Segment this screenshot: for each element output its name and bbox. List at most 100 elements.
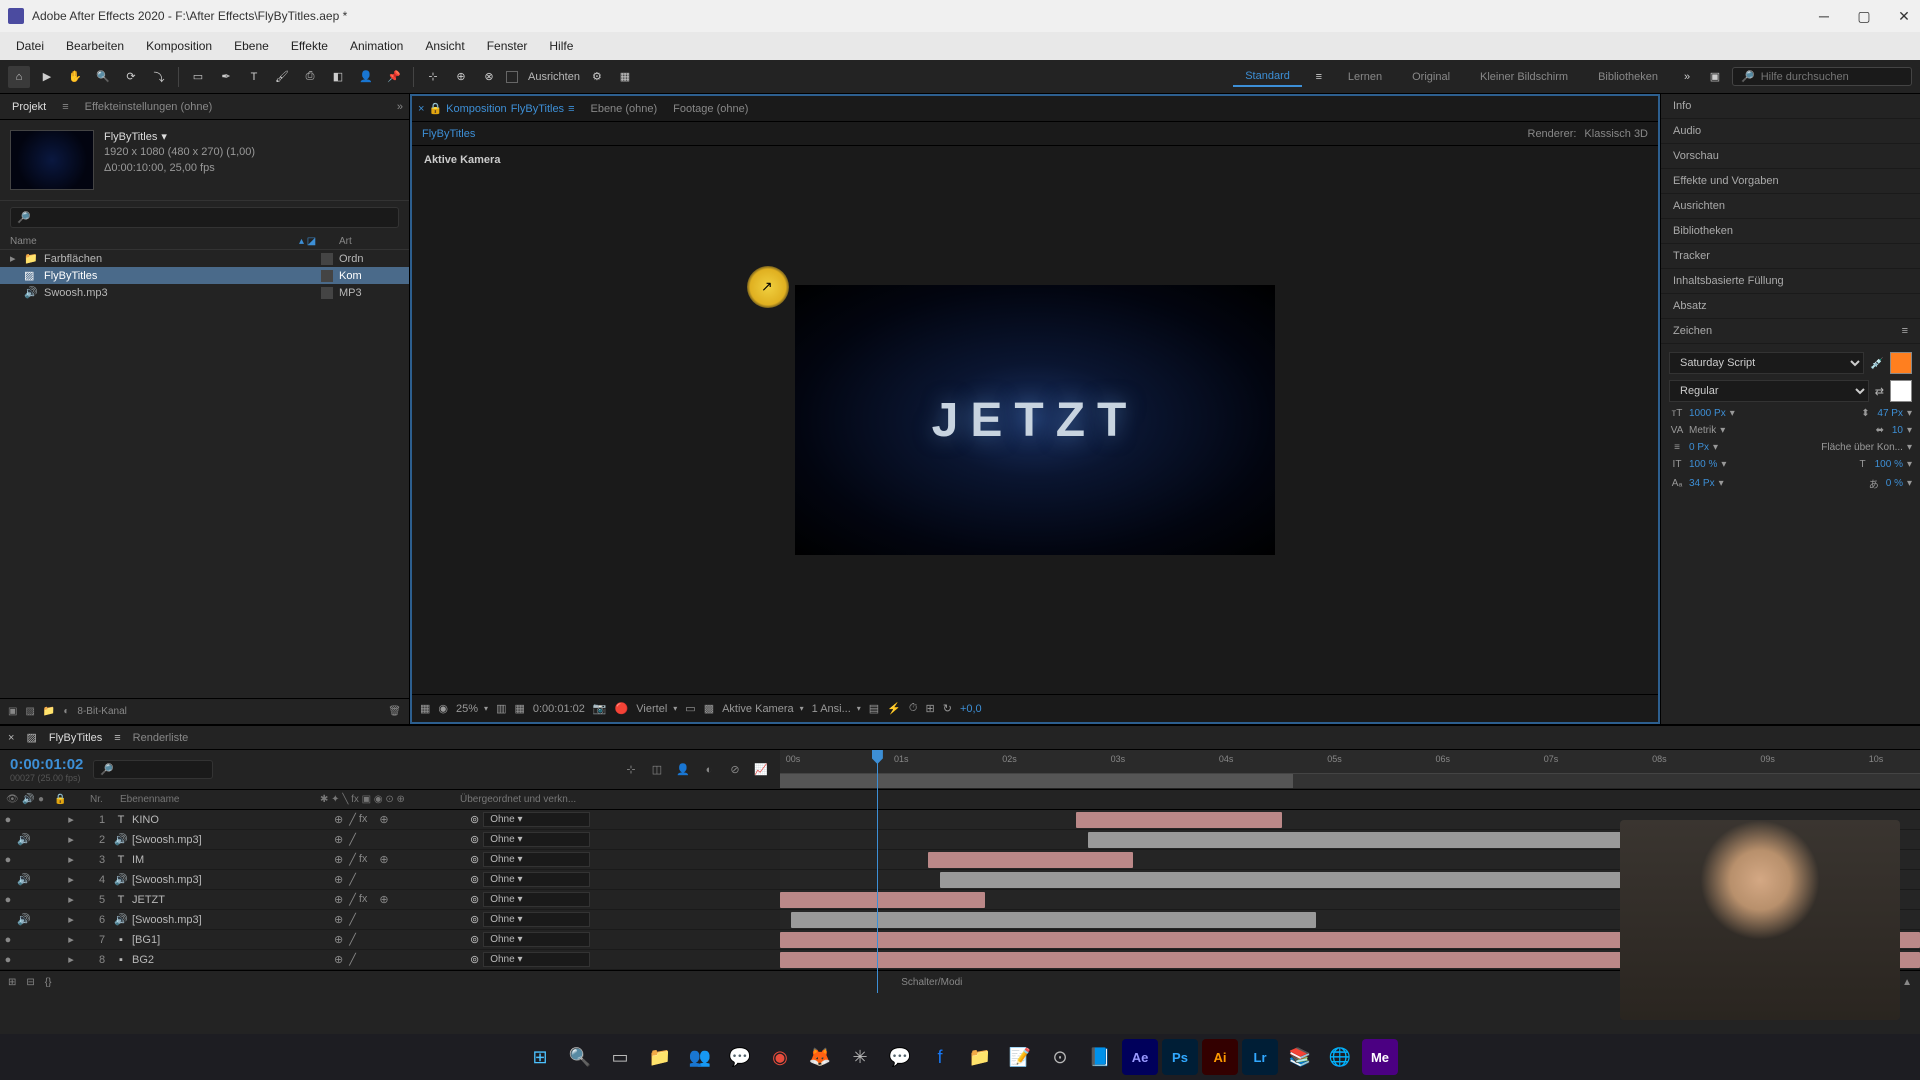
hscale-value[interactable]: 100 % <box>1875 459 1903 470</box>
layer-name[interactable]: [Swoosh.mp3] <box>130 834 330 846</box>
start-button[interactable]: ⊞ <box>522 1039 558 1075</box>
layer-twisty[interactable]: ▸ <box>64 853 78 866</box>
project-item[interactable]: 🔊Swoosh.mp3MP3 <box>0 284 409 301</box>
menu-bearbeiten[interactable]: Bearbeiten <box>56 35 134 57</box>
layer-twisty[interactable]: ▸ <box>64 933 78 946</box>
layer-visibility-toggle[interactable]: ● <box>0 954 16 966</box>
whatsapp-icon[interactable]: 💬 <box>722 1039 758 1075</box>
timecode-display[interactable]: 0:00:01:02 <box>533 703 585 715</box>
tab-menu-icon[interactable]: ≡ <box>568 103 574 115</box>
tab-projekt-menu-icon[interactable]: ≡ <box>62 101 68 113</box>
minimize-button[interactable]: ─ <box>1816 8 1832 24</box>
eyedropper-icon[interactable]: 💉 <box>1870 357 1884 370</box>
help-search-input[interactable] <box>1761 71 1903 83</box>
tl-tab-menu-icon[interactable]: ≡ <box>114 732 120 744</box>
text-tool[interactable]: T <box>243 66 265 88</box>
project-item[interactable]: ▨FlyByTitlesKom <box>0 267 409 284</box>
interpret-icon[interactable]: ▣ <box>8 706 17 717</box>
pickwhip-icon[interactable]: ⊚ <box>470 813 479 826</box>
toggle-switches-icon[interactable]: ⊞ <box>8 977 16 988</box>
layer-visibility-toggle[interactable]: ● <box>0 894 16 906</box>
views-dropdown[interactable]: 1 Ansi... <box>812 703 861 715</box>
layer-duration-bar[interactable] <box>928 852 1133 868</box>
menu-effekte[interactable]: Effekte <box>281 35 338 57</box>
workspace-more-icon[interactable]: » <box>1676 66 1698 88</box>
toggle-in-out-icon[interactable]: {} <box>45 977 52 988</box>
leading-value[interactable]: 47 Px <box>1877 408 1903 419</box>
graph-editor-icon[interactable]: 📈 <box>752 761 770 779</box>
workspace-kleiner[interactable]: Kleiner Bildschirm <box>1468 68 1580 86</box>
tab-close-icon[interactable]: × <box>418 103 424 115</box>
fast-preview-icon[interactable]: ⚡ <box>887 702 901 715</box>
tsume-value[interactable]: 0 % <box>1886 478 1903 489</box>
layer-name[interactable]: [Swoosh.mp3] <box>130 874 330 886</box>
tab-footage[interactable]: Footage (ohne) <box>673 103 748 115</box>
layer-name[interactable]: IM <box>130 854 330 866</box>
panel-vorschau[interactable]: Vorschau <box>1661 144 1920 169</box>
tracking-value[interactable]: 10 <box>1892 425 1903 436</box>
world-axis-icon[interactable]: ⊕ <box>450 66 472 88</box>
stroke-value[interactable]: 0 Px <box>1689 442 1709 453</box>
workspace-lernen[interactable]: Lernen <box>1336 68 1394 86</box>
layer-name[interactable]: [BG1] <box>130 934 330 946</box>
alpha-toggle-icon[interactable]: ▦ <box>420 702 430 715</box>
layer-twisty[interactable]: ▸ <box>64 953 78 966</box>
obs-icon[interactable]: ⊙ <box>1042 1039 1078 1075</box>
local-axis-icon[interactable]: ⊹ <box>422 66 444 88</box>
adjust-icon[interactable]: ◐ <box>63 706 69 717</box>
layer-visibility-toggle[interactable]: ● <box>0 934 16 946</box>
roi-icon[interactable]: ▭ <box>685 702 695 715</box>
roto-tool[interactable]: 👤 <box>355 66 377 88</box>
panel-audio[interactable]: Audio <box>1661 119 1920 144</box>
menu-datei[interactable]: Datei <box>6 35 54 57</box>
comp-dropdown-icon[interactable]: ▾ <box>161 130 167 145</box>
pickwhip-icon[interactable]: ⊚ <box>470 933 479 946</box>
photoshop-icon[interactable]: Ps <box>1162 1039 1198 1075</box>
stroke-order-dropdown[interactable]: Fläche über Kon... <box>1821 442 1903 453</box>
parent-dropdown[interactable]: Ohne ▾ <box>483 892 590 907</box>
switches-modes-label[interactable]: Schalter/Modi <box>901 977 962 988</box>
parent-dropdown[interactable]: Ohne ▾ <box>483 812 590 827</box>
composition-canvas[interactable]: JETZT <box>795 285 1275 555</box>
workspace-original[interactable]: Original <box>1400 68 1462 86</box>
panel-fuellung[interactable]: Inhaltsbasierte Füllung <box>1661 269 1920 294</box>
time-ruler[interactable]: 00s01s02s03s04s05s06s07s08s09s10s <box>780 750 1920 774</box>
layer-switches[interactable]: ⊕╱ <box>330 953 470 966</box>
font-size-value[interactable]: 1000 Px <box>1689 408 1726 419</box>
puppet-tool[interactable]: 📌 <box>383 66 405 88</box>
tab-ebene[interactable]: Ebene (ohne) <box>590 103 657 115</box>
stroke-color-swatch[interactable] <box>1890 380 1912 402</box>
bpc-label[interactable]: 8-Bit-Kanal <box>77 706 126 717</box>
snapshot-icon[interactable]: 📷 <box>593 702 607 715</box>
comp-thumbnail[interactable] <box>10 130 94 190</box>
stamp-tool[interactable]: ⎙ <box>299 66 321 88</box>
menu-animation[interactable]: Animation <box>340 35 413 57</box>
menu-ansicht[interactable]: Ansicht <box>415 35 474 57</box>
pen-tool[interactable]: ✒ <box>215 66 237 88</box>
menu-ebene[interactable]: Ebene <box>224 35 279 57</box>
layer-name[interactable]: BG2 <box>130 954 330 966</box>
folder-icon[interactable]: 📁 <box>962 1039 998 1075</box>
frame-blend-icon[interactable]: ◐ <box>700 761 718 779</box>
layer-twisty[interactable]: ▸ <box>64 893 78 906</box>
panel-ausrichten[interactable]: Ausrichten <box>1661 194 1920 219</box>
layer-duration-bar[interactable] <box>780 892 985 908</box>
zoom-dropdown[interactable]: 25% <box>456 703 488 715</box>
pickwhip-icon[interactable]: ⊚ <box>470 953 479 966</box>
trash-icon[interactable]: 🗑 <box>388 706 401 717</box>
col-label-icon[interactable]: ▴ ◪ <box>299 236 339 247</box>
parent-dropdown[interactable]: Ohne ▾ <box>483 852 590 867</box>
tl-close-icon[interactable]: × <box>8 732 14 744</box>
layer-visibility-toggle[interactable]: ● <box>0 854 16 866</box>
lock-icon[interactable]: 🔒 <box>428 102 442 115</box>
tl-tab-render[interactable]: Renderliste <box>133 732 189 744</box>
zeichen-menu-icon[interactable]: ≡ <box>1902 325 1908 337</box>
vscale-value[interactable]: 100 % <box>1689 459 1717 470</box>
layer-audio-toggle[interactable]: 🔊 <box>16 833 32 846</box>
timeline-search[interactable]: 🔎 <box>93 760 213 779</box>
snap-checkbox[interactable] <box>506 71 518 83</box>
col-eye-icon[interactable]: 👁 <box>6 794 22 805</box>
layer-visibility-toggle[interactable]: ● <box>0 814 16 826</box>
current-timecode[interactable]: 0:00:01:02 <box>10 756 83 773</box>
kerning-value[interactable]: Metrik <box>1689 425 1716 436</box>
